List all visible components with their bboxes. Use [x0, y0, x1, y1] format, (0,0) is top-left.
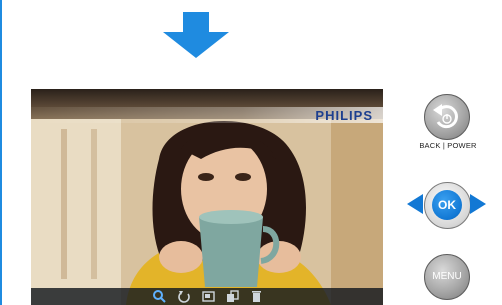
nav-right-arrow-icon[interactable]	[470, 194, 486, 214]
rotate-icon[interactable]	[177, 289, 192, 304]
resize-icon[interactable]	[201, 289, 216, 304]
back-power-button[interactable]	[424, 94, 470, 140]
delete-icon[interactable]	[249, 289, 264, 304]
down-arrow-icon	[163, 12, 229, 58]
ok-button[interactable]: OK	[432, 190, 462, 220]
photo-toolbar	[31, 288, 383, 305]
left-divider-line	[0, 0, 2, 305]
back-arrow-icon	[433, 104, 458, 129]
back-power-label: BACK | POWER	[419, 141, 477, 150]
photo-frame-screen: PHILIPS	[31, 89, 383, 305]
brand-logo: PHILIPS	[315, 108, 373, 123]
zoom-icon[interactable]	[152, 289, 167, 304]
screen-top-band	[31, 89, 383, 107]
menu-button[interactable]: MENU	[424, 254, 470, 300]
nav-left-arrow-icon[interactable]	[407, 194, 423, 214]
copy-icon[interactable]	[225, 289, 240, 304]
